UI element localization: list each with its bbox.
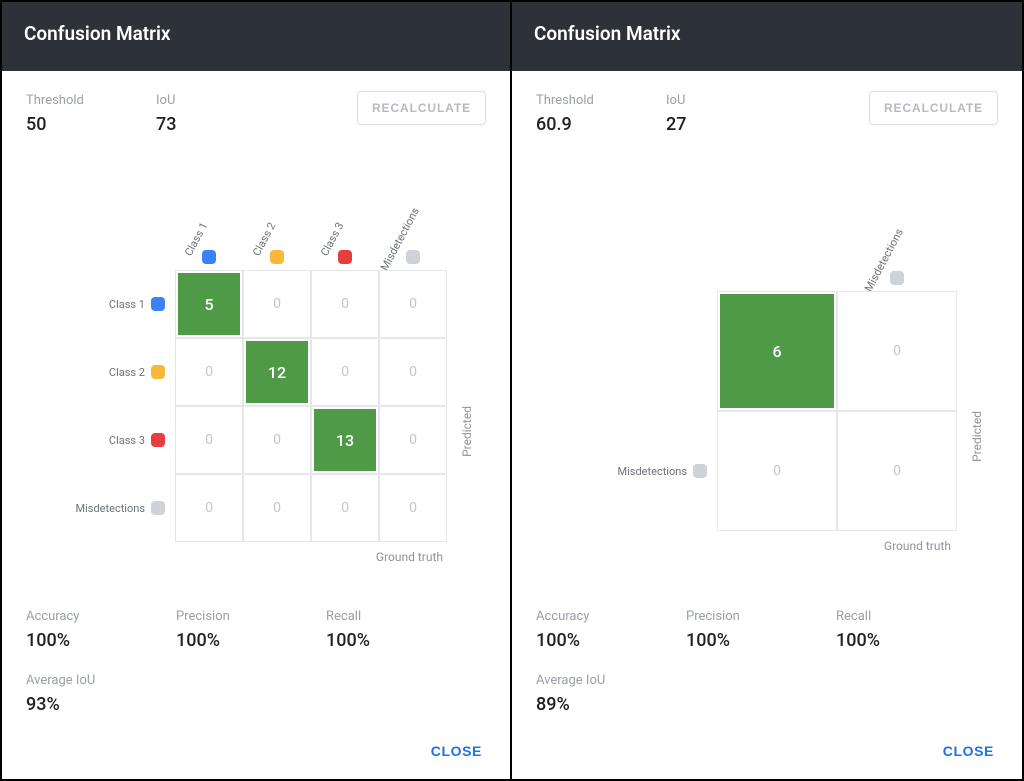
threshold-label: Threshold (26, 93, 116, 108)
iou-stat: IoU 73 (156, 93, 246, 135)
matrix-cell: 0 (379, 474, 447, 542)
threshold-label: Threshold (536, 93, 626, 108)
panel-title: Confusion Matrix (2, 2, 510, 71)
accuracy-label: Accuracy (26, 609, 146, 624)
row-label-text: Class 1 (109, 298, 145, 311)
avg-iou-stat: Average IoU 89% (536, 673, 998, 715)
matrix-cell: 0 (175, 338, 243, 406)
class-swatch-icon (151, 297, 165, 311)
recall-label: Recall (836, 609, 956, 624)
panel-title: Confusion Matrix (512, 2, 1022, 71)
precision-value: 100% (686, 630, 806, 651)
confusion-matrix-panel-left: Confusion Matrix Threshold 50 IoU 73 REC… (0, 0, 512, 781)
iou-stat: IoU 27 (666, 93, 756, 135)
matrix-row: Misdetections 0 0 0 0 (65, 474, 447, 542)
recall-stat: Recall 100% (836, 609, 956, 651)
matrix-cell: 5 (175, 270, 243, 338)
precision-label: Precision (686, 609, 806, 624)
matrix-row: Misdetections 0 0 (577, 411, 957, 531)
close-button[interactable]: CLOSE (939, 735, 998, 767)
recall-stat: Recall 100% (326, 609, 446, 651)
axis-predicted-label: Predicted (460, 406, 474, 457)
matrix-row: Class 2 0 12 0 0 (65, 338, 447, 406)
axis-predicted-label: Predicted (970, 411, 984, 462)
matrix-cell: 0 (175, 406, 243, 474)
matrix-cell: 0 (243, 406, 311, 474)
accuracy-stat: Accuracy 100% (26, 609, 146, 651)
matrix-cell: 0 (379, 338, 447, 406)
class-swatch-icon (151, 433, 165, 447)
avg-iou-stat: Average IoU 93% (26, 673, 486, 715)
threshold-stat: Threshold 60.9 (536, 93, 626, 135)
matrix-cell: 0 (243, 474, 311, 542)
recall-value: 100% (836, 630, 956, 651)
accuracy-value: 100% (536, 630, 656, 651)
matrix-row: 6 0 (577, 291, 957, 411)
confusion-matrix-grid: 6 0 Misdetections 0 0 Predicted (577, 291, 957, 531)
matrix-cell: 0 (837, 411, 957, 531)
matrix-cell: 0 (717, 411, 837, 531)
avg-iou-value: 89% (536, 694, 998, 715)
accuracy-stat: Accuracy 100% (536, 609, 656, 651)
matrix-cell: 0 (379, 406, 447, 474)
accuracy-value: 100% (26, 630, 146, 651)
row-label-text: Class 3 (109, 434, 145, 447)
threshold-stat: Threshold 50 (26, 93, 116, 135)
avg-iou-value: 93% (26, 694, 486, 715)
matrix-cell: 13 (311, 406, 379, 474)
matrix-cell: 0 (175, 474, 243, 542)
col-header: Misdetections (837, 199, 957, 291)
accuracy-label: Accuracy (536, 609, 656, 624)
precision-label: Precision (176, 609, 296, 624)
row-label-text: Misdetections (618, 465, 687, 478)
recalculate-button[interactable]: RECALCULATE (357, 91, 486, 125)
matrix-cell: 0 (379, 270, 447, 338)
recalculate-button[interactable]: RECALCULATE (869, 91, 998, 125)
avg-iou-label: Average IoU (536, 673, 998, 688)
iou-value: 73 (156, 114, 246, 135)
matrix-cell: 0 (243, 270, 311, 338)
recall-label: Recall (326, 609, 446, 624)
iou-label: IoU (666, 93, 756, 108)
precision-stat: Precision 100% (176, 609, 296, 651)
confusion-matrix-grid: Class 1 5 0 0 0 Class 2 0 12 0 0 (65, 270, 447, 542)
class-swatch-icon (151, 365, 165, 379)
avg-iou-label: Average IoU (26, 673, 486, 688)
axis-ground-truth-label: Ground truth (65, 550, 447, 564)
threshold-value: 60.9 (536, 114, 626, 135)
matrix-cell: 0 (837, 291, 957, 411)
precision-value: 100% (176, 630, 296, 651)
axis-ground-truth-label: Ground truth (577, 539, 957, 553)
class-swatch-icon (693, 464, 707, 478)
row-label-text: Misdetections (76, 502, 145, 515)
matrix-cell: 6 (717, 291, 837, 411)
matrix-cell: 0 (311, 338, 379, 406)
precision-stat: Precision 100% (686, 609, 806, 651)
matrix-cell: 0 (311, 474, 379, 542)
confusion-matrix-panel-right: Confusion Matrix Threshold 60.9 IoU 27 R… (512, 0, 1024, 781)
close-button[interactable]: CLOSE (427, 735, 486, 767)
recall-value: 100% (326, 630, 446, 651)
col-header: Misdetections (379, 188, 447, 270)
matrix-row: Class 1 5 0 0 0 (65, 270, 447, 338)
iou-label: IoU (156, 93, 246, 108)
matrix-row: Class 3 0 0 13 0 (65, 406, 447, 474)
iou-value: 27 (666, 114, 756, 135)
col-header (717, 199, 837, 291)
matrix-cell: 12 (243, 338, 311, 406)
matrix-cell: 0 (311, 270, 379, 338)
threshold-value: 50 (26, 114, 116, 135)
class-swatch-icon (151, 501, 165, 515)
row-label-text: Class 2 (109, 366, 145, 379)
